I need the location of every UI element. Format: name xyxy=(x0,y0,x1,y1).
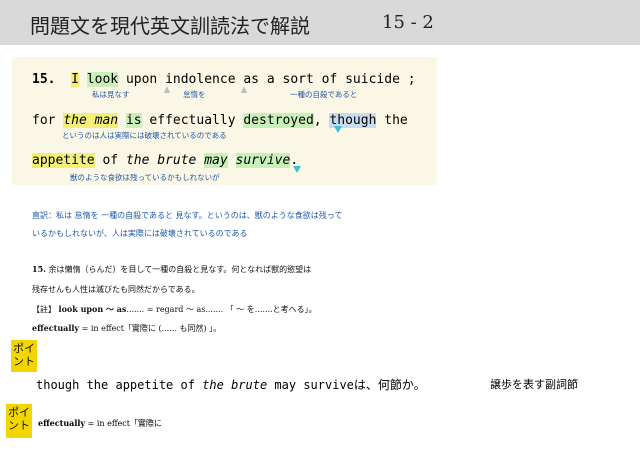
point-1-question: は、何節か。 xyxy=(353,378,426,392)
point-2-bold: effectually xyxy=(38,418,86,428)
gloss-suicide: 一種の自殺であると xyxy=(290,90,358,99)
translation-number: 15. xyxy=(32,264,46,274)
word-for: for xyxy=(32,113,56,128)
word-is: is xyxy=(125,113,142,128)
gloss-indolence: 怠惰を xyxy=(183,90,206,99)
page-title: 問題文を現代英文訓読法で解説 xyxy=(30,14,310,38)
gloss-appetite: 獣のような食欲は残っているかもしれないが xyxy=(70,173,220,182)
word-the-man: the man xyxy=(63,113,119,128)
point-1-text: though the appetite of the brute may sur… xyxy=(36,376,426,393)
word-survive: survive xyxy=(235,153,291,168)
point-label-top: ポイ xyxy=(8,406,30,419)
gloss-i-look: 私は見なす xyxy=(92,90,130,99)
comma: , xyxy=(313,113,322,128)
note-prefix: 【註】 xyxy=(32,305,56,314)
semicolon: ; xyxy=(407,72,416,87)
point-1-answer: 譲歩を表す副詞節 xyxy=(490,378,578,391)
word-upon: upon xyxy=(125,72,158,87)
word-effectually: effectually xyxy=(149,113,236,128)
marker-triangle-3 xyxy=(334,126,342,133)
marker-triangle-1 xyxy=(164,86,170,93)
point-1-italic: the brute xyxy=(202,378,268,392)
word-i: I xyxy=(71,72,79,87)
word-look: look xyxy=(86,72,119,87)
word-appetite: appetite xyxy=(32,153,95,168)
word-the-brute: the brute xyxy=(125,153,197,168)
note-effectually: effectually = in effect「實際に (...... も同然)… xyxy=(32,323,221,334)
word-destroyed: destroyed xyxy=(243,113,314,128)
page-number: 15 - 2 xyxy=(382,12,434,33)
marker-triangle-4 xyxy=(293,166,301,173)
word-may: may xyxy=(204,153,228,168)
point-label-bottom: ント xyxy=(13,355,35,368)
translation-line-2: 残存せんも人性は滅びたも同然だからである。 xyxy=(32,285,200,294)
note-bold-1: look upon ～ as xyxy=(58,304,127,314)
point-badge-2: ポイ ント xyxy=(6,404,32,438)
point-2-rest: = in effect「實際に xyxy=(85,419,162,428)
marker-triangle-2 xyxy=(241,86,247,93)
point-2-text: effectually = in effect「實際に xyxy=(38,418,162,429)
translation-text-1: 余は懶惰（らんだ）を目して一種の自殺と見なす。何となれば獣的慾望は xyxy=(48,265,312,274)
word-the: the xyxy=(384,113,408,128)
point-label-bottom: ント xyxy=(8,419,30,432)
gloss-the-man: というのは人は実際には破壊されているのである xyxy=(62,131,227,140)
sentence-line-3: appetite of the brute may survive. xyxy=(32,153,298,168)
header-bar: 問題文を現代英文訓読法で解説 15 - 2 xyxy=(0,0,640,45)
literal-translation-line-1: 直訳：私は 怠惰を 一種の自殺であると 見なす。というのは、獣のような食欲は残っ… xyxy=(32,211,343,220)
note-rest-1: ....... = regard ～ as....... 「 ～ を......… xyxy=(126,305,317,314)
sentence-line-2: for the man is effectually destroyed, th… xyxy=(32,113,408,128)
note-bold-2: effectually xyxy=(32,323,80,333)
note-look-upon: 【註】 look upon ～ as....... = regard ～ as.… xyxy=(32,304,317,315)
word-indolence: indolence xyxy=(165,72,236,87)
note-rest-2: = in effect「實際に (...... も同然) 」。 xyxy=(79,324,222,333)
point-badge-1: ポイ ント xyxy=(11,340,37,372)
point-1-mid: may survive xyxy=(267,378,354,392)
translation-line-1: 15. 余は懶惰（らんだ）を目して一種の自殺と見なす。何となれば獣的慾望は xyxy=(32,264,311,275)
sentence-number: 15. xyxy=(32,72,56,87)
literal-translation-line-2: いるかもしれないが、人は実際には破壊されているのである xyxy=(32,229,248,238)
point-label-top: ポイ xyxy=(13,342,35,355)
word-of: of xyxy=(102,153,119,168)
phrase-sort-of-suicide: as a sort of suicide xyxy=(243,72,400,87)
sentence-line-1: 15. I look upon indolence as a sort of s… xyxy=(32,72,416,87)
point-1-pre: though the appetite of xyxy=(36,378,203,392)
